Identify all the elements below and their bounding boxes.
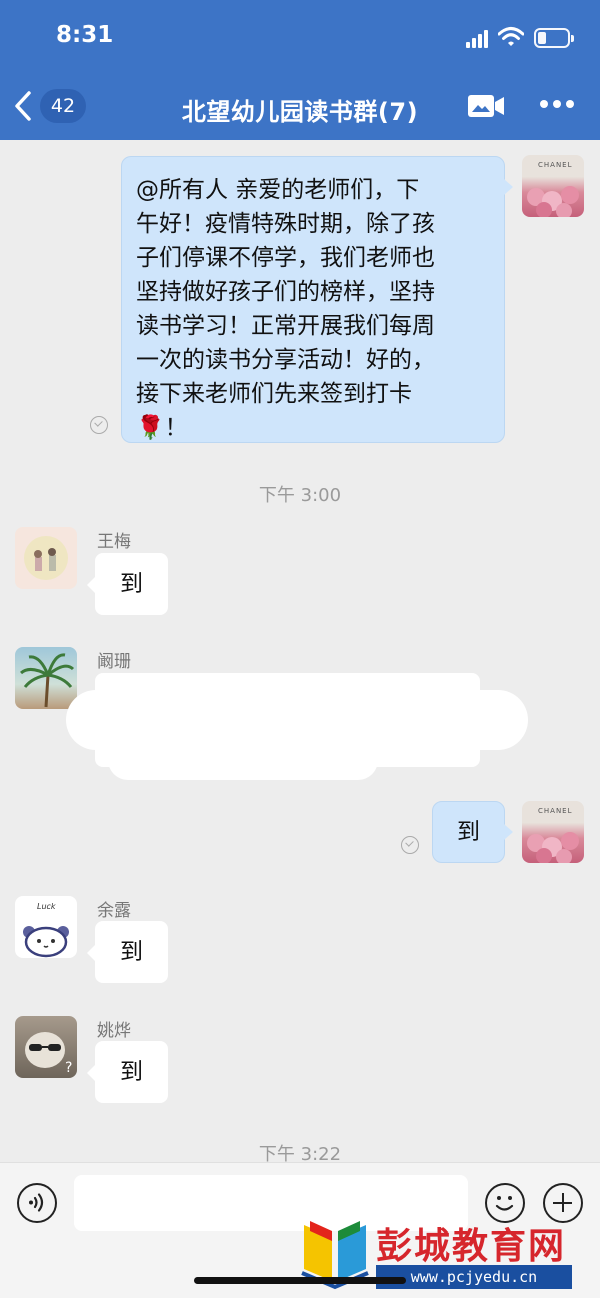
sender-avatar[interactable]: Luck — [15, 896, 77, 958]
sender-name: 阚珊 — [97, 652, 131, 672]
video-call-icon[interactable] — [467, 94, 505, 118]
self-avatar[interactable]: CHANEL — [522, 801, 584, 863]
sender-name: 王梅 — [97, 532, 131, 552]
read-receipt-icon — [90, 416, 108, 434]
redaction-blob — [108, 740, 378, 780]
sender-name: 姚烨 — [97, 1021, 131, 1041]
message-bubble-outgoing[interactable]: @所有人 亲爱的老师们，下 午好！疫情特殊时期，除了孩 子们停课不停学，我们老师… — [121, 156, 513, 443]
message-bubble-incoming[interactable]: 到 — [87, 1041, 168, 1103]
avatar-text: Luck — [37, 902, 56, 911]
chat-header: 8:31 42 北望幼儿园读书群(7) — [0, 0, 600, 140]
voice-input-icon[interactable] — [17, 1183, 57, 1223]
self-avatar[interactable]: CHANEL — [522, 155, 584, 217]
avatar-text: CHANEL — [538, 161, 573, 169]
message-bubble-incoming[interactable]: 到 — [87, 553, 168, 615]
sender-name: 余露 — [97, 901, 131, 921]
watermark-url: www.pcjyedu.cn — [376, 1265, 572, 1289]
message-bubble-outgoing[interactable]: 到 — [432, 801, 513, 863]
svg-text:?: ? — [65, 1060, 72, 1076]
sender-avatar[interactable] — [15, 527, 77, 589]
home-indicator[interactable] — [194, 1277, 406, 1284]
cellular-signal-icon — [466, 30, 492, 48]
message-bubble-incoming[interactable]: 到 — [87, 921, 168, 983]
wifi-icon — [498, 27, 524, 46]
avatar-text: CHANEL — [538, 807, 573, 815]
sender-avatar[interactable]: ? — [15, 1016, 77, 1078]
chat-title[interactable]: 北望幼儿园读书群(7) — [0, 92, 600, 127]
time-separator: 下午 3:00 — [258, 485, 342, 506]
more-options-icon[interactable] — [540, 100, 574, 110]
status-time: 8:31 — [56, 22, 114, 48]
sender-avatar[interactable] — [15, 647, 77, 709]
battery-icon — [534, 28, 574, 48]
watermark-title: 彭城教育网 — [376, 1225, 567, 1267]
read-receipt-icon — [401, 836, 419, 854]
